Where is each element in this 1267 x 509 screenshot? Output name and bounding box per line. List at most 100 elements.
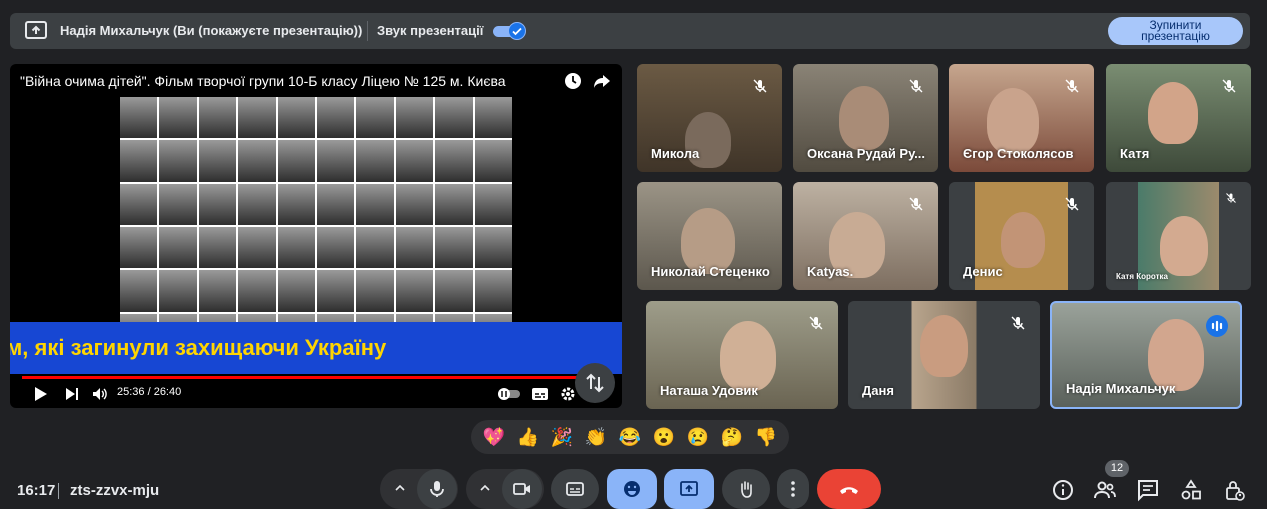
- participant-name: Катя: [1120, 146, 1150, 161]
- reaction-thumbs-up[interactable]: 👍: [513, 427, 543, 448]
- participant-tile[interactable]: Katyas.: [793, 182, 938, 290]
- chat-button[interactable]: [1136, 478, 1160, 502]
- raise-hand-button[interactable]: [722, 469, 770, 509]
- watch-later-icon[interactable]: [564, 72, 582, 90]
- volume-icon[interactable]: [92, 386, 108, 402]
- presenter-name: Надія Михальчук (Ви (покажуєте презентац…: [60, 23, 363, 38]
- video-time: 25:36 / 26:40: [117, 386, 182, 398]
- participant-name: Микола: [651, 146, 700, 161]
- audio-level-icon: [1211, 320, 1223, 332]
- raise-hand-icon: [741, 481, 752, 498]
- progress-fill: [22, 376, 584, 379]
- reaction-party[interactable]: 🎉: [547, 427, 577, 448]
- microphone-icon: [430, 481, 444, 497]
- participant-tile[interactable]: Єгор Стоколясов: [949, 64, 1094, 172]
- participant-video: [987, 88, 1039, 154]
- stop-presenting-button[interactable]: Зупинити презентацію: [1108, 17, 1243, 45]
- people-icon: [1094, 481, 1116, 499]
- chevron-up-icon[interactable]: [479, 482, 491, 494]
- participant-video: [1148, 82, 1198, 144]
- captions-icon: [566, 482, 584, 496]
- participant-tile[interactable]: Микола: [637, 64, 782, 172]
- people-button[interactable]: [1093, 478, 1117, 502]
- lock-person-icon: [1226, 481, 1245, 501]
- settings-icon[interactable]: [560, 386, 576, 402]
- video-title[interactable]: "Війна очима дітей". Фільм творчої групи…: [20, 73, 506, 89]
- share-icon[interactable]: [593, 72, 611, 90]
- more-vert-icon: [791, 481, 795, 497]
- reactions-bar: 💖 👍 🎉 👏 😂 😮 😢 🤔 👎: [471, 420, 789, 454]
- presentation-sound-label: Звук презентації: [377, 23, 484, 38]
- presentation-sound-toggle[interactable]: [493, 22, 529, 40]
- check-icon: [512, 27, 522, 36]
- play-icon[interactable]: [32, 386, 48, 402]
- captions-button[interactable]: [551, 469, 599, 509]
- participants-count-badge: 12: [1105, 460, 1129, 477]
- participant-video: [920, 315, 968, 377]
- reaction-clap[interactable]: 👏: [581, 427, 611, 448]
- present-now-button[interactable]: [664, 469, 714, 509]
- reaction-thumbs-down[interactable]: 👎: [751, 427, 781, 448]
- activities-icon: [1181, 479, 1201, 500]
- participant-tile[interactable]: Катя: [1106, 64, 1251, 172]
- participant-tile[interactable]: Катя Коротка: [1106, 182, 1251, 290]
- leave-call-button[interactable]: [817, 469, 881, 509]
- participant-tile[interactable]: Оксана Рудай Ру...: [793, 64, 938, 172]
- reaction-thinking[interactable]: 🤔: [717, 427, 747, 448]
- mic-off-icon: [1065, 197, 1079, 211]
- video-progress-bar[interactable]: [22, 372, 607, 383]
- participant-name: Katyas.: [807, 264, 854, 279]
- emoji-icon: [624, 481, 640, 497]
- mic-off-icon: [1065, 79, 1079, 93]
- participant-tile[interactable]: Даня: [848, 301, 1040, 409]
- swap-layout-button[interactable]: [575, 363, 615, 403]
- meeting-details-button[interactable]: [1051, 478, 1075, 502]
- more-options-button[interactable]: [777, 469, 809, 509]
- swap-icon: [586, 373, 604, 393]
- activities-button[interactable]: [1179, 478, 1203, 502]
- participant-name: Даня: [862, 383, 894, 398]
- participant-name: Надія Михальчук: [1066, 381, 1176, 396]
- participant-tile[interactable]: Денис: [949, 182, 1094, 290]
- divider: [58, 483, 59, 499]
- speaking-indicator: [1206, 315, 1228, 337]
- participant-video: [720, 321, 776, 391]
- autoplay-toggle-icon[interactable]: [497, 386, 521, 402]
- participant-tile[interactable]: Наташа Удовик: [646, 301, 838, 409]
- portrait-collage: [120, 97, 512, 355]
- emoji-reactions-button[interactable]: [607, 469, 657, 509]
- camera-button[interactable]: [502, 469, 542, 509]
- mic-off-icon: [909, 197, 923, 211]
- meeting-code[interactable]: zts-zzvx-mju: [70, 482, 159, 499]
- reaction-laugh[interactable]: 😂: [615, 427, 645, 448]
- mic-off-icon: [1011, 316, 1025, 330]
- banner-text: м, які загинули захищаючи Україну: [10, 335, 387, 360]
- toggle-knob: [508, 22, 526, 40]
- shared-video[interactable]: "Війна очима дітей". Фільм творчої групи…: [10, 64, 622, 408]
- participant-name: Катя Коротка: [1116, 272, 1168, 281]
- mic-off-icon: [753, 79, 767, 93]
- present-screen-icon: [680, 481, 698, 496]
- participant-tile-self[interactable]: Надія Михальчук: [1050, 301, 1242, 409]
- participant-name: Николай Стеценко: [651, 264, 770, 279]
- host-controls-button[interactable]: [1222, 478, 1246, 502]
- stop-presenting-label: Зупинити презентацію: [1141, 18, 1210, 43]
- subtitles-icon[interactable]: [531, 386, 549, 402]
- participant-name: Оксана Рудай Ру...: [807, 146, 926, 161]
- skip-next-icon[interactable]: [64, 386, 80, 402]
- participant-name: Єгор Стоколясов: [963, 146, 1074, 161]
- chevron-up-icon[interactable]: [394, 482, 406, 494]
- mic-off-icon: [1226, 193, 1236, 203]
- mic-off-icon: [809, 316, 823, 330]
- presenting-bar: Надія Михальчук (Ви (покажуєте презентац…: [10, 13, 1250, 49]
- reaction-heart[interactable]: 💖: [479, 427, 509, 448]
- chat-icon: [1138, 480, 1158, 502]
- reaction-sad[interactable]: 😢: [683, 427, 713, 448]
- reaction-surprised[interactable]: 😮: [649, 427, 679, 448]
- participant-tile[interactable]: Николай Стеценко: [637, 182, 782, 290]
- mic-off-icon: [1222, 79, 1236, 93]
- video-banner: м, які загинули захищаючи Україну: [10, 322, 622, 374]
- microphone-button[interactable]: [417, 469, 457, 509]
- divider: [367, 21, 368, 41]
- participant-video: [1160, 216, 1208, 276]
